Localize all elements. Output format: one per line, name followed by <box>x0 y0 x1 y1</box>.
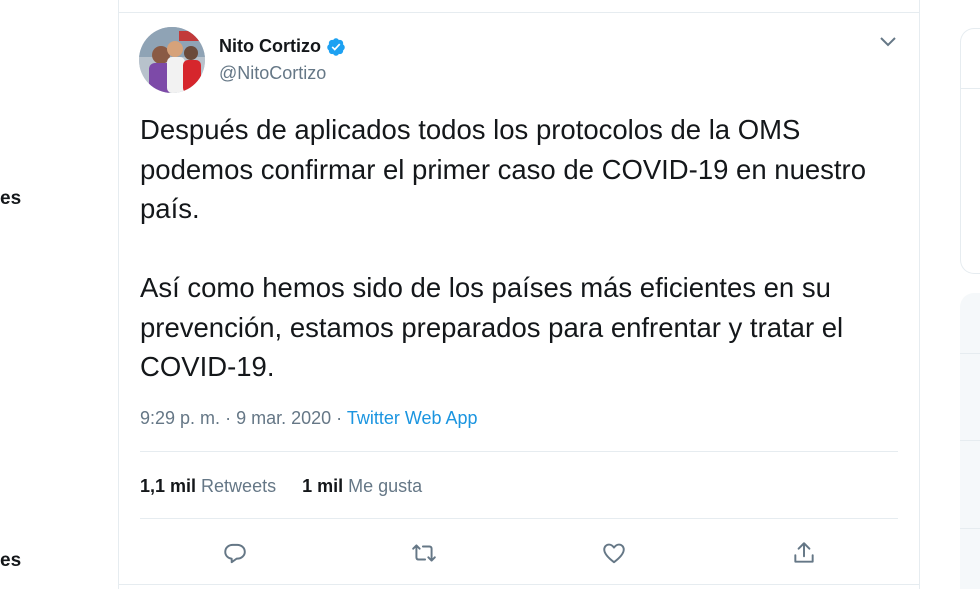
right-sidebar <box>920 0 980 589</box>
retweet-button[interactable] <box>407 536 441 570</box>
tweet-time[interactable]: 9:29 p. m. <box>140 408 220 428</box>
author-handle[interactable]: @NitoCortizo <box>219 63 346 84</box>
tweet-metadata: 9:29 p. m. · 9 mar. 2020 · Twitter Web A… <box>140 408 478 429</box>
avatar-photo <box>139 27 205 93</box>
likes-label: Me gusta <box>348 476 423 496</box>
tweet-author: Nito Cortizo @NitoCortizo <box>219 36 346 84</box>
divider <box>140 451 898 452</box>
source-app-link[interactable]: Twitter Web App <box>347 408 478 428</box>
avatar[interactable] <box>139 27 205 93</box>
likes-stat[interactable]: 1 mil Me gusta <box>302 476 422 497</box>
share-button[interactable] <box>787 536 821 570</box>
divider <box>960 440 980 441</box>
divider <box>960 88 980 89</box>
retweet-icon <box>412 544 436 562</box>
share-icon <box>794 542 814 563</box>
meta-separator: · <box>336 408 343 428</box>
meta-separator: · <box>225 408 232 428</box>
divider <box>960 528 980 529</box>
sidebar-card <box>960 293 980 589</box>
divider <box>119 584 919 585</box>
tweet-date[interactable]: 9 mar. 2020 <box>236 408 331 428</box>
retweets-label: Retweets <box>201 476 277 496</box>
likes-count: 1 mil <box>302 476 344 496</box>
tweet-paragraph: Así como hemos sido de los países más ef… <box>140 272 844 382</box>
author-name[interactable]: Nito Cortizo <box>219 36 321 57</box>
divider <box>960 353 980 354</box>
tweet-detail-column: Nito Cortizo @NitoCortizo Después de apl… <box>118 0 920 589</box>
nav-item-label-fragment[interactable]: es <box>0 188 21 210</box>
divider <box>140 518 898 519</box>
chevron-down-icon[interactable] <box>879 36 897 48</box>
like-button[interactable] <box>597 536 631 570</box>
reply-button[interactable] <box>218 536 252 570</box>
left-navigation: es es <box>0 0 118 589</box>
sidebar-card <box>960 28 980 274</box>
tweet-actions <box>119 536 919 570</box>
divider <box>119 12 919 13</box>
heart-icon <box>603 543 625 564</box>
tweet-paragraph: Después de aplicados todos los protocolo… <box>140 114 867 224</box>
retweets-stat[interactable]: 1,1 mil Retweets <box>140 476 276 497</box>
tweet-text: Después de aplicados todos los protocolo… <box>140 110 910 387</box>
verified-badge-icon <box>327 37 345 56</box>
nav-item-label-fragment[interactable]: es <box>0 550 21 572</box>
retweets-count: 1,1 mil <box>140 476 197 496</box>
tweet-stats: 1,1 mil Retweets 1 mil Me gusta <box>140 476 422 497</box>
reply-icon <box>224 543 246 564</box>
